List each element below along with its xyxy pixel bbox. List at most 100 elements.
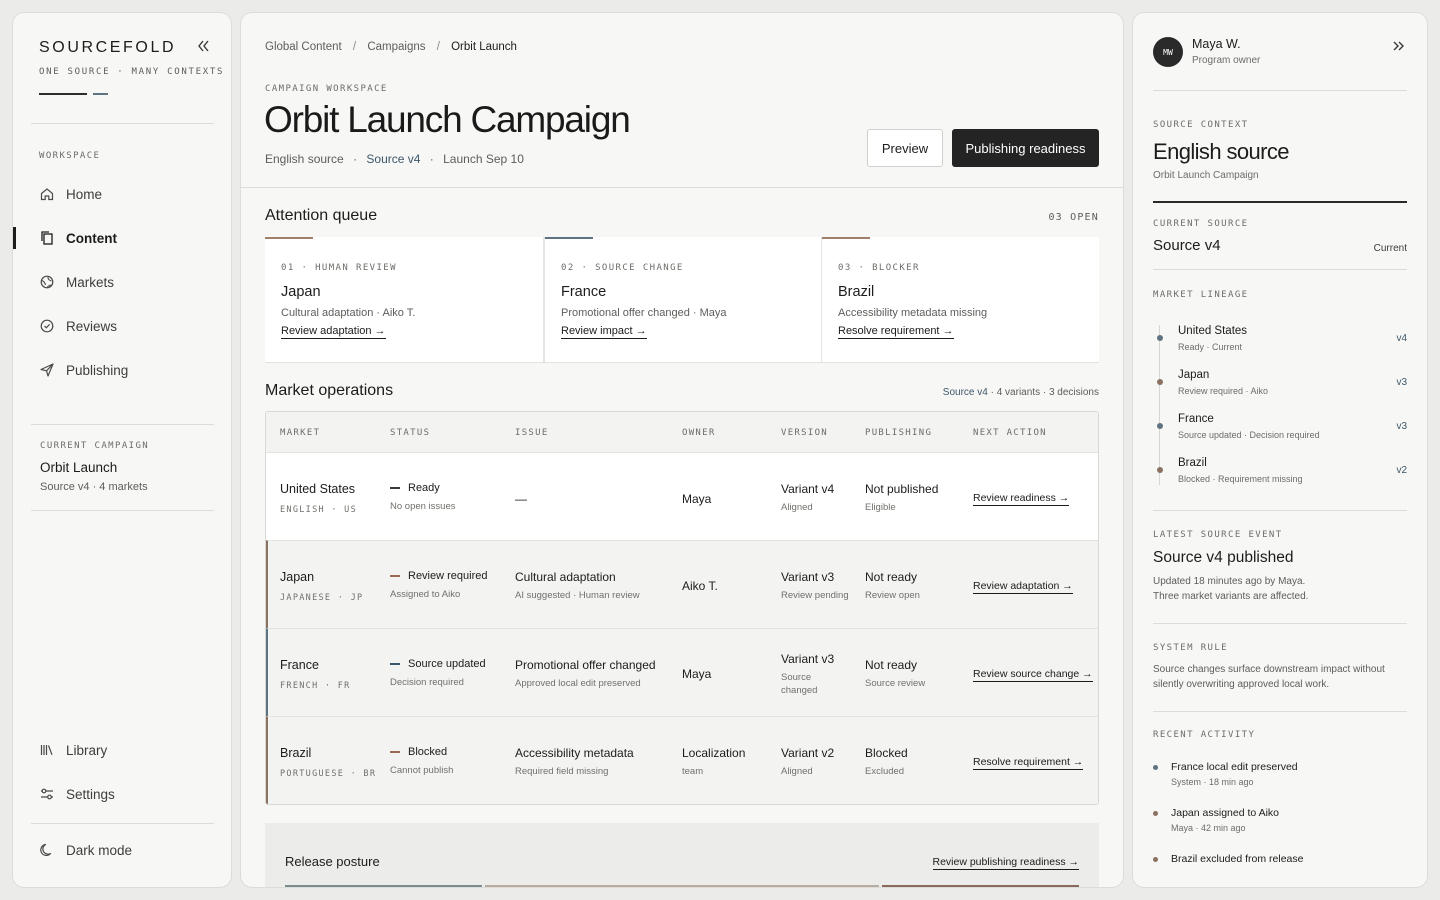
lineage-market: Brazil (1178, 457, 1207, 469)
status-label: Blocked (408, 746, 448, 758)
sidebar-item-settings[interactable]: Settings (39, 780, 115, 808)
column-header-status: STATUS (390, 428, 431, 438)
sliders-icon (41, 788, 53, 800)
activity-title[interactable]: France local edit preserved (1171, 761, 1298, 773)
card-market: France (561, 284, 607, 300)
divider (1153, 269, 1407, 270)
card-accent-bar (265, 237, 313, 239)
brand-logo: SOURCEFOLD (39, 39, 177, 56)
review-adaptation-link[interactable]: Review adaptation → (973, 580, 1073, 594)
status-label: Review required (408, 570, 488, 582)
send-icon (40, 363, 54, 377)
table-row[interactable]: Brazil PORTUGUESE · BR Blocked Cannot publ… (266, 716, 1098, 804)
sidebar-item-label: Content (66, 230, 117, 246)
card-market: Brazil (838, 284, 875, 300)
dark-mode-toggle[interactable]: Dark mode (39, 836, 132, 864)
attention-card-brazil[interactable]: 03 · BLOCKER Brazil Accessibility metada… (822, 237, 1099, 363)
workspace-label: WORKSPACE (39, 151, 101, 161)
avatar[interactable]: MW (1153, 37, 1183, 67)
system-rule-line1: Source changes surface downstream impact… (1153, 664, 1385, 675)
activity-title[interactable]: Brazil excluded from release (1171, 853, 1303, 865)
meta-separator: · (353, 152, 358, 166)
market-cell: Brazil PORTUGUESE · BR (280, 746, 377, 779)
sidebar-item-reviews[interactable]: Reviews (39, 312, 117, 340)
breadcrumb-global-content[interactable]: Global Content (265, 41, 342, 53)
preview-button[interactable]: Preview (867, 129, 943, 167)
status-dash (390, 751, 400, 754)
system-rule-line2: silently overwriting approved local work… (1153, 679, 1330, 690)
source-divider-strong (1153, 201, 1407, 203)
meta-source: English source (265, 152, 344, 166)
lineage-version: v2 (1396, 465, 1407, 476)
divider (31, 823, 214, 824)
review-readiness-link[interactable]: Review readiness → (973, 492, 1070, 506)
owner-cell: Aiko T. (682, 579, 718, 593)
column-header-next-action: NEXT ACTION (973, 428, 1047, 438)
version-cell[interactable]: Variant v3 Source changed (781, 653, 834, 695)
publishing-cell: Not ready Review open (865, 570, 920, 601)
lineage-item[interactable]: Japan Review required · Aiko v3 (1153, 367, 1407, 411)
lineage-note: Blocked · Requirement missing (1178, 474, 1303, 484)
summary-version: Source v4 (942, 387, 988, 398)
owner-cell: Maya (682, 667, 712, 681)
sidebar-item-label: Reviews (66, 318, 118, 334)
attention-card-france[interactable]: 02 · SOURCE CHANGE France Promotional of… (544, 237, 822, 363)
dark-mode-label: Dark mode (66, 842, 133, 858)
activity-meta: System · 18 min ago (1171, 777, 1254, 787)
collapse-sidebar-button[interactable] (194, 37, 212, 55)
lineage-item[interactable]: France Source updated · Decision require… (1153, 411, 1407, 455)
latest-event-line2: Three market variants are affected. (1153, 591, 1309, 602)
sidebar-item-content[interactable]: Content (39, 224, 117, 252)
lineage-item[interactable]: Brazil Blocked · Requirement missing v2 (1153, 455, 1407, 499)
status-note: Decision required (390, 677, 464, 688)
sidebar-item-home[interactable]: Home (39, 180, 102, 208)
resolve-requirement-link[interactable]: Resolve requirement → (973, 756, 1084, 770)
sidebar-item-markets[interactable]: Markets (39, 268, 114, 296)
source-campaign: Orbit Launch Campaign (1153, 170, 1259, 181)
version-cell[interactable]: Variant v2 Aligned (781, 747, 834, 777)
table-row[interactable]: United States ENGLISH · US Ready No open i… (266, 452, 1098, 540)
table-row[interactable]: Japan JAPANESE · JP Review required Assign… (266, 540, 1098, 628)
review-source-change-link[interactable]: Review source change → (973, 668, 1093, 682)
header-divider (241, 187, 1123, 188)
divider (1153, 90, 1407, 91)
review-impact-link[interactable]: Review impact → (561, 325, 647, 339)
version-cell[interactable]: Variant v3 Review pending (781, 571, 849, 601)
release-bar-pending (485, 885, 879, 887)
attention-card-japan[interactable]: 01 · HUMAN REVIEW Japan Cultural adaptat… (265, 237, 544, 363)
issue-cell: Accessibility metadata Required field mis… (515, 746, 634, 777)
status-cell: Ready No open issues (390, 483, 455, 512)
column-header-market: MARKET (280, 428, 321, 438)
resolve-requirement-link[interactable]: Resolve requirement → (838, 325, 954, 339)
current-campaign-name[interactable]: Orbit Launch (40, 460, 117, 475)
expand-panel-button[interactable] (1390, 37, 1408, 55)
lineage-item[interactable]: United States Ready · Current v4 (1153, 323, 1407, 367)
release-posture-section: Release posture Review publishing readin… (265, 823, 1099, 887)
review-publishing-readiness-link[interactable]: Review publishing readiness → (932, 856, 1079, 870)
divider (31, 424, 214, 425)
status-note: Assigned to Aiko (390, 589, 461, 600)
sidebar-item-library[interactable]: Library (39, 736, 107, 764)
review-adaptation-link[interactable]: Review adaptation → (281, 325, 386, 339)
main-panel: Global Content / Campaigns / Orbit Launc… (240, 12, 1124, 888)
meta-version[interactable]: Source v4 (366, 152, 420, 166)
attention-bottom-line (265, 362, 1099, 363)
table-row[interactable]: France FRENCH · FR Source updated Decision… (266, 628, 1098, 716)
column-header-owner: OWNER (682, 428, 716, 438)
card-detail: Promotional offer changed · Maya (561, 307, 727, 319)
lineage-market: France (1178, 413, 1214, 425)
card-tag: 02 · SOURCE CHANGE (561, 263, 684, 273)
publishing-readiness-button[interactable]: Publishing readiness (952, 129, 1099, 167)
lineage-version: v3 (1396, 377, 1407, 388)
system-rule-label: SYSTEM RULE (1153, 643, 1229, 653)
moon-icon (40, 843, 52, 856)
lineage-market: United States (1178, 325, 1248, 337)
breadcrumb-campaigns[interactable]: Campaigns (367, 41, 425, 53)
latest-event-label: LATEST SOURCE EVENT (1153, 530, 1283, 540)
summary-rest: · 4 variants · 3 decisions (990, 387, 1099, 398)
sidebar-item-publishing[interactable]: Publishing (39, 356, 128, 384)
activity-title[interactable]: Japan assigned to Aiko (1171, 807, 1279, 819)
version-cell[interactable]: Variant v4 Aligned (781, 483, 834, 513)
activity-dot (1153, 765, 1158, 770)
current-campaign-meta: Source v4 · 4 markets (40, 481, 148, 493)
